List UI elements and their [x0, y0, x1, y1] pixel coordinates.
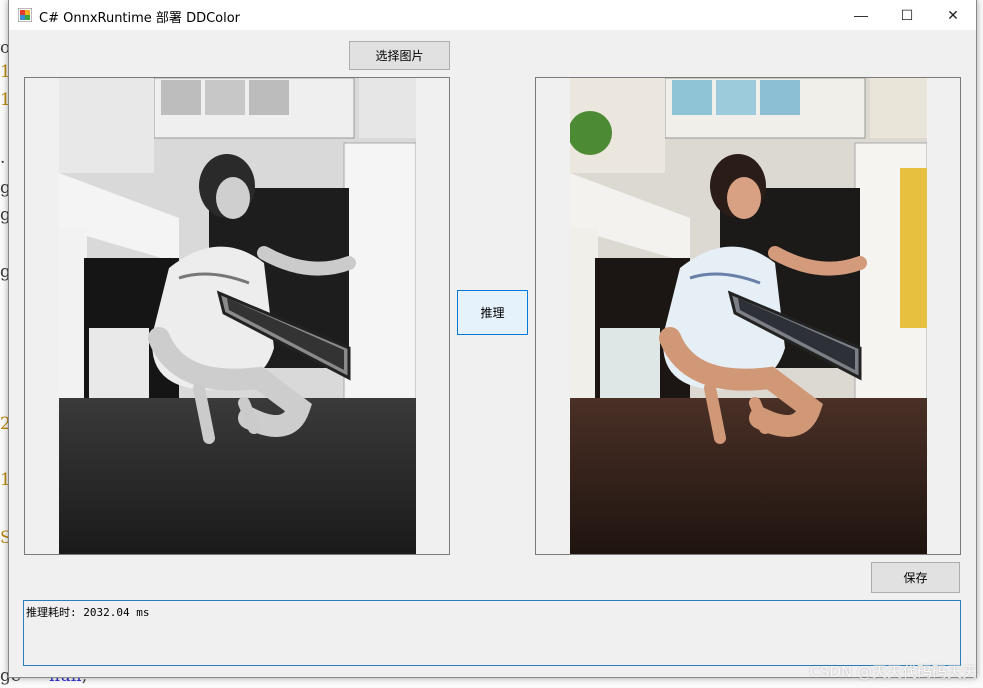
minimize-icon: —: [854, 7, 868, 23]
original-grayscale-photo: [59, 78, 416, 554]
code-fragment: .: [0, 148, 6, 168]
select-image-button[interactable]: 选择图片: [349, 41, 450, 70]
maximize-button[interactable]: ☐: [884, 0, 930, 30]
window-title: C# OnnxRuntime 部署 DDColor: [39, 11, 241, 26]
title-bar[interactable]: C# OnnxRuntime 部署 DDColor — ☐ ✕: [9, 0, 976, 30]
app-icon: [18, 8, 32, 22]
colorized-image-box: [535, 77, 961, 555]
maximize-icon: ☐: [900, 6, 914, 23]
original-image-box: [24, 77, 450, 555]
infer-button[interactable]: 推理: [457, 290, 528, 335]
output-textbox[interactable]: 推理耗时: 2032.04 ms: [23, 600, 961, 666]
app-window: C# OnnxRuntime 部署 DDColor — ☐ ✕ 选择图片 推理 …: [8, 0, 977, 678]
minimize-button[interactable]: —: [838, 0, 884, 30]
colorized-photo: [570, 78, 927, 554]
close-icon: ✕: [947, 6, 959, 23]
close-button[interactable]: ✕: [930, 0, 976, 30]
watermark: CSDN @天天代码码天天: [809, 663, 977, 681]
save-button[interactable]: 保存: [871, 562, 960, 593]
